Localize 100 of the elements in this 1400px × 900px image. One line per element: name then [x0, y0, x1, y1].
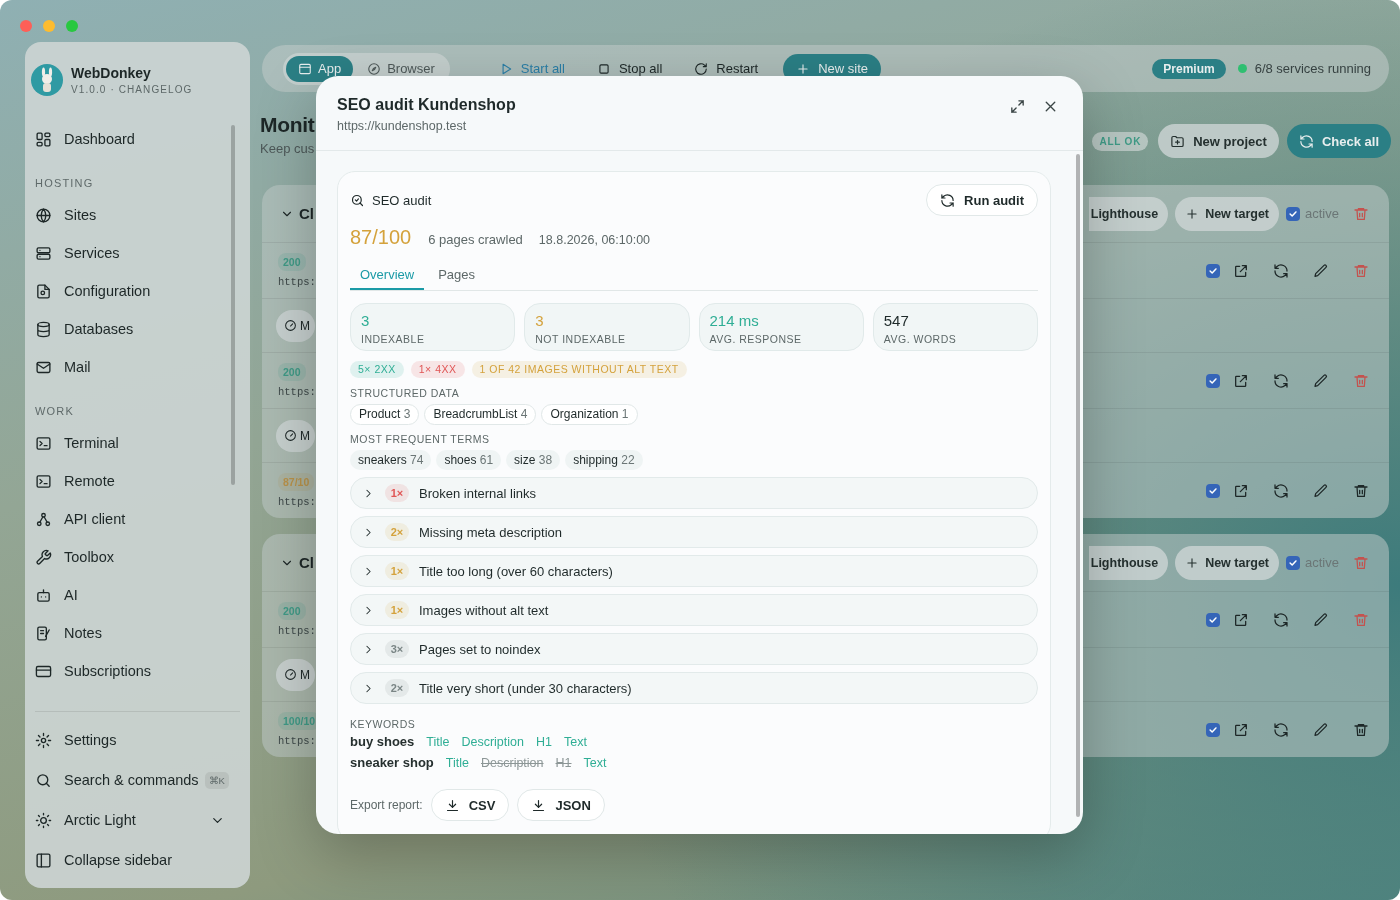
- run-audit-button[interactable]: Run audit: [926, 184, 1038, 216]
- checkbox[interactable]: [1206, 612, 1220, 627]
- trash-icon[interactable]: [1353, 721, 1369, 738]
- checkbox[interactable]: [1286, 555, 1301, 570]
- external-link-icon[interactable]: [1233, 482, 1249, 499]
- checkbox[interactable]: [1206, 722, 1220, 737]
- app-name: WebDonkey: [71, 64, 152, 82]
- keyword-check: H1: [555, 755, 572, 772]
- status-tag: 5× 2XX: [350, 361, 404, 378]
- sidebar-item[interactable]: Notes: [35, 614, 227, 652]
- search-check-icon: [350, 192, 365, 208]
- url-text: https:: [278, 386, 316, 398]
- view-tab[interactable]: App: [286, 55, 354, 82]
- notebook-icon: [35, 624, 52, 642]
- check-all-button[interactable]: Check all: [1286, 124, 1391, 158]
- sidebar-item[interactable]: Collapse sidebar: [35, 840, 240, 880]
- server-icon: [35, 244, 52, 262]
- monitor-button[interactable]: M: [276, 658, 315, 691]
- pencil-icon[interactable]: [1313, 372, 1329, 389]
- term-chip: size 38: [506, 450, 561, 470]
- terminal-icon: [35, 434, 52, 452]
- sidebar-item[interactable]: Toolbox: [35, 538, 227, 576]
- sidebar-item[interactable]: Services: [35, 234, 227, 272]
- toolbar-button[interactable]: Stop all: [583, 53, 676, 84]
- sidebar-item[interactable]: Dashboard: [35, 120, 227, 158]
- term-chip: shoes 61: [436, 450, 502, 470]
- pencil-icon[interactable]: [1313, 482, 1329, 499]
- issue-row[interactable]: 2× Title very short (under 30 characters): [350, 672, 1038, 704]
- grid-icon: [35, 130, 52, 148]
- plus-icon: [1185, 555, 1200, 570]
- refresh-icon[interactable]: [1273, 721, 1289, 738]
- section-heading: STRUCTURED DATA: [350, 387, 461, 400]
- sidebar-item[interactable]: Mail: [35, 348, 227, 386]
- pencil-icon[interactable]: [1313, 721, 1329, 738]
- trash-icon[interactable]: [1353, 482, 1369, 499]
- status-badge: 87/10: [278, 473, 315, 491]
- scrollbar[interactable]: [1076, 154, 1080, 817]
- expand-icon[interactable]: [1009, 98, 1026, 115]
- plan-badge: Premium: [1152, 58, 1226, 79]
- sidebar-item[interactable]: Sites: [35, 196, 227, 234]
- export-button[interactable]: CSV: [430, 789, 510, 821]
- stat-label: AVG. RESPONSE: [709, 333, 803, 346]
- sidebar-item[interactable]: Databases: [35, 310, 227, 348]
- sidebar-item[interactable]: Arctic Light: [35, 800, 240, 840]
- keyword-check: H1: [536, 734, 552, 751]
- sidebar-item[interactable]: API client: [35, 500, 227, 538]
- term-chip: sneakers 74: [350, 450, 432, 470]
- external-link-icon[interactable]: [1233, 611, 1249, 628]
- issue-row[interactable]: 1× Broken internal links: [350, 477, 1038, 509]
- stat-label: NOT INDEXABLE: [535, 333, 627, 346]
- sidebar-item[interactable]: Subscriptions: [35, 652, 227, 690]
- sidebar-item[interactable]: AI: [35, 576, 227, 614]
- new-target-button[interactable]: New target: [1175, 196, 1280, 231]
- section-heading: WORK: [35, 404, 75, 418]
- nodes-icon: [35, 510, 52, 528]
- view-tab[interactable]: Browser: [355, 55, 447, 82]
- section-heading: MOST FREQUENT TERMS: [350, 433, 491, 446]
- refresh-icon[interactable]: [1273, 482, 1289, 499]
- checkbox[interactable]: [1206, 373, 1220, 388]
- new-target-button[interactable]: New target: [1175, 545, 1280, 580]
- sidebar-item[interactable]: Remote: [35, 462, 227, 500]
- external-link-icon[interactable]: [1233, 721, 1249, 738]
- issue-row[interactable]: 1× Title too long (over 60 characters): [350, 555, 1038, 587]
- checkbox[interactable]: [1206, 483, 1220, 498]
- checkbox[interactable]: [1206, 263, 1220, 278]
- tab[interactable]: Pages: [428, 260, 486, 290]
- sidebar-icon: [35, 851, 52, 869]
- sidebar-item[interactable]: Terminal: [35, 424, 227, 462]
- stat-value: 3: [535, 312, 545, 329]
- checkbox[interactable]: [1286, 206, 1301, 221]
- external-link-icon[interactable]: [1233, 372, 1249, 389]
- sidebar-item[interactable]: Configuration: [35, 272, 227, 310]
- plus-icon: [796, 61, 811, 76]
- lighthouse-button[interactable]: Lighthouse: [1088, 545, 1169, 580]
- new-project-button[interactable]: New project: [1158, 124, 1279, 158]
- stat-value: 3: [361, 312, 371, 329]
- export-button[interactable]: JSON: [517, 789, 605, 821]
- refresh-icon[interactable]: [1273, 372, 1289, 389]
- monitor-button[interactable]: M: [276, 309, 315, 342]
- lighthouse-button[interactable]: Lighthouse: [1088, 196, 1169, 231]
- refresh-icon: [940, 192, 956, 208]
- url-text: https:: [278, 276, 316, 288]
- sidebar-item[interactable]: Search & commands ⌘K: [35, 760, 240, 800]
- pencil-icon[interactable]: [1313, 611, 1329, 628]
- refresh-icon[interactable]: [1273, 262, 1289, 279]
- group-title: Cl: [299, 554, 314, 571]
- toolbar-button[interactable]: Restart: [681, 53, 772, 84]
- sidebar-item[interactable]: Settings: [35, 720, 240, 760]
- external-link-icon[interactable]: [1233, 262, 1249, 279]
- scrollbar[interactable]: [231, 125, 235, 485]
- issue-row[interactable]: 3× Pages set to noindex: [350, 633, 1038, 665]
- window-icon: [35, 472, 52, 490]
- monitor-button[interactable]: M: [276, 419, 315, 452]
- window-icon: [298, 61, 312, 76]
- issue-row[interactable]: 2× Missing meta description: [350, 516, 1038, 548]
- refresh-icon[interactable]: [1273, 611, 1289, 628]
- issue-row[interactable]: 1× Images without alt text: [350, 594, 1038, 626]
- keyword-check: Description: [481, 755, 544, 772]
- version-link[interactable]: V1.0.0 · CHANGELOG: [71, 82, 193, 96]
- pencil-icon[interactable]: [1313, 262, 1329, 279]
